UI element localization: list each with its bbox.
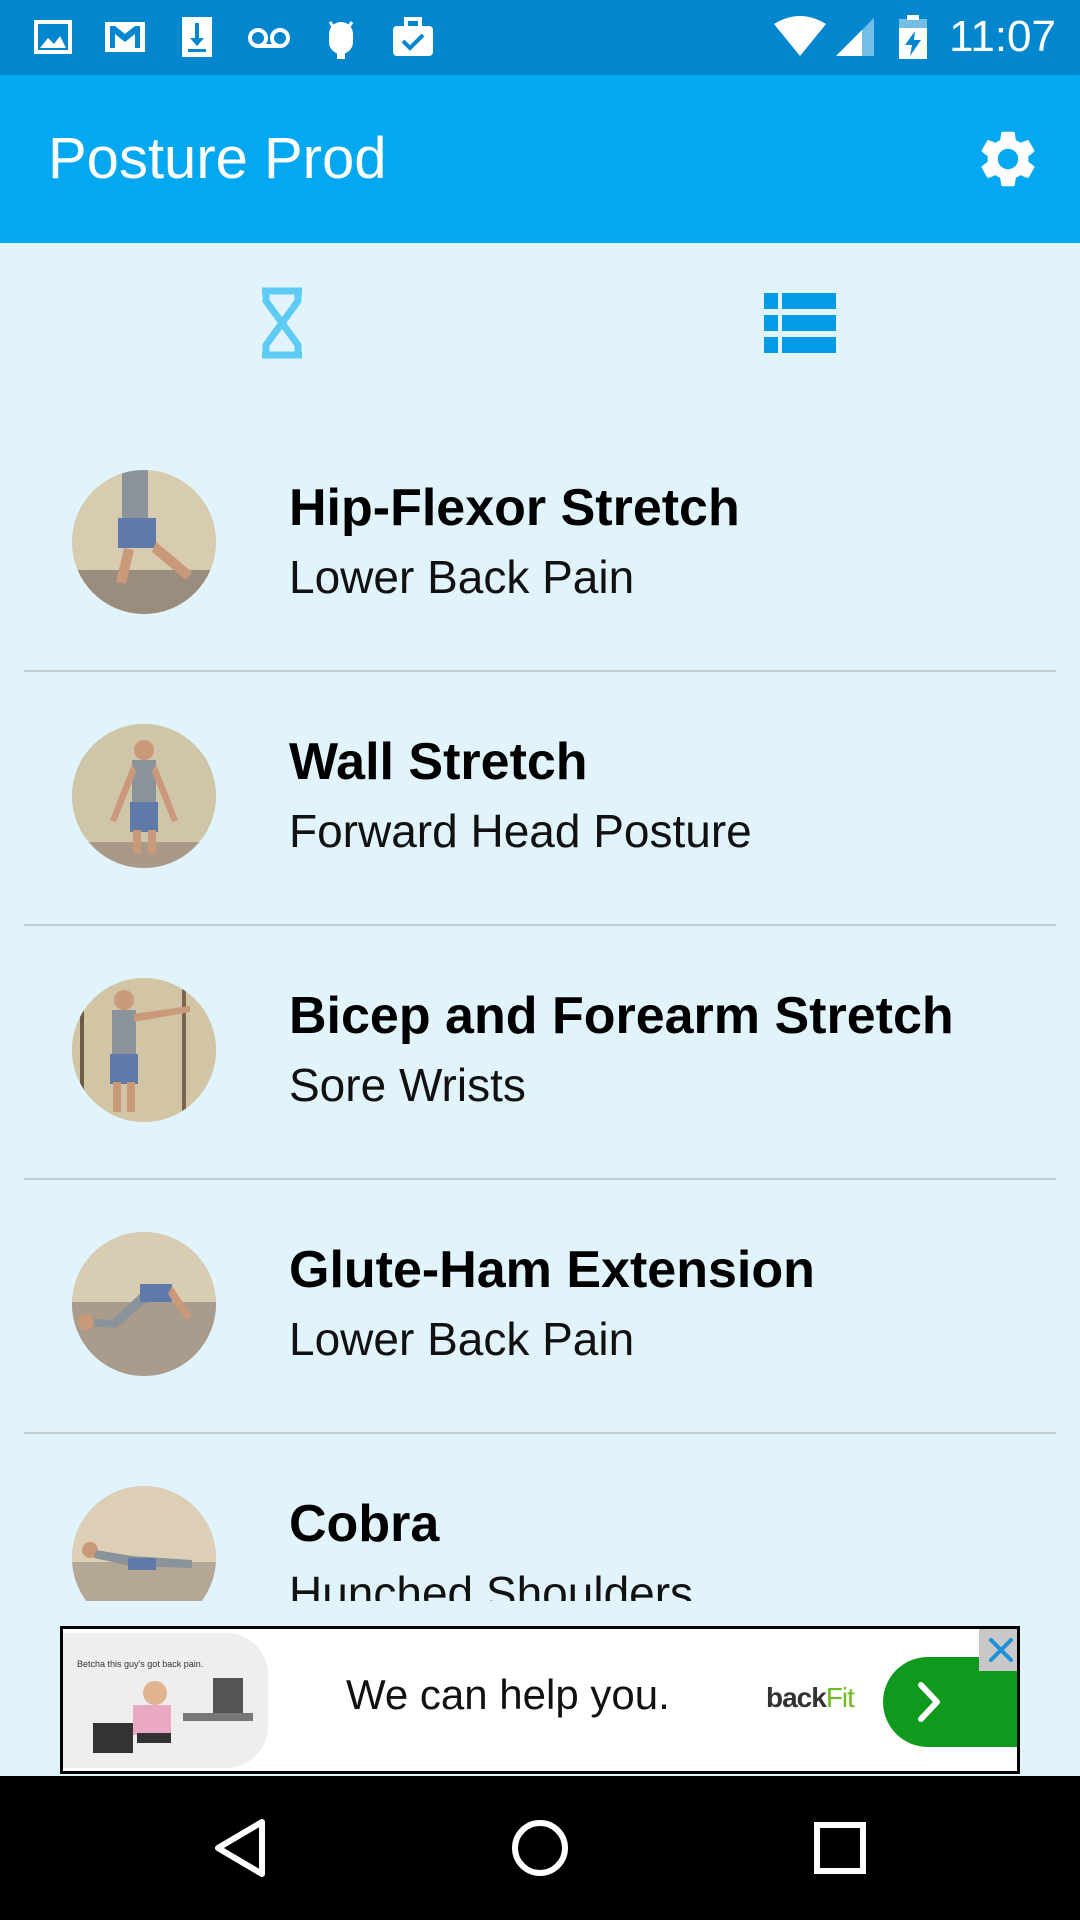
list-item[interactable]: Cobra Hunched Shoulders	[0, 1434, 1080, 1601]
exercise-list[interactable]: Hip-Flexor Stretch Lower Back Pain Wall …	[0, 418, 1080, 1601]
home-icon[interactable]	[504, 1812, 576, 1884]
image-icon	[34, 20, 72, 54]
exercise-thumbnail	[72, 978, 216, 1122]
download-icon	[182, 17, 212, 57]
ad-brand-logo: backFit	[766, 1682, 855, 1714]
exercise-subtitle: Sore Wrists	[289, 1059, 526, 1111]
exercise-title: Bicep and Forearm Stretch	[289, 987, 954, 1045]
navigation-bar	[0, 1776, 1080, 1920]
voicemail-icon	[248, 28, 290, 48]
ad-brand-accent: Fit	[825, 1682, 855, 1713]
exercise-title: Wall Stretch	[289, 733, 588, 791]
close-icon	[989, 1638, 1013, 1662]
exercise-subtitle: Lower Back Pain	[289, 551, 635, 603]
exercise-thumbnail	[72, 1486, 216, 1601]
recents-icon[interactable]	[804, 1812, 876, 1884]
ad-close-button[interactable]	[979, 1629, 1017, 1671]
signal-icon	[836, 18, 874, 56]
exercise-subtitle: Lower Back Pain	[289, 1313, 635, 1365]
exercise-subtitle: Forward Head Posture	[289, 805, 752, 857]
list-item[interactable]: Wall Stretch Forward Head Posture	[0, 672, 1080, 926]
android-icon	[328, 21, 354, 59]
list-item[interactable]: Glute-Ham Extension Lower Back Pain	[0, 1180, 1080, 1434]
exercise-title: Glute-Ham Extension	[289, 1241, 815, 1299]
status-bar: 11:07	[0, 0, 1080, 75]
exercise-thumbnail	[72, 470, 216, 614]
app-title: Posture Prod	[48, 126, 387, 191]
back-icon[interactable]	[204, 1812, 276, 1884]
chevron-right-icon	[918, 1682, 940, 1722]
exercise-thumbnail	[72, 1232, 216, 1376]
ad-brand-main: back	[766, 1682, 827, 1713]
tab-list[interactable]	[740, 278, 860, 368]
gmail-icon	[105, 22, 145, 52]
ad-headline: We can help you.	[346, 1671, 670, 1718]
wifi-icon	[774, 16, 826, 56]
exercise-thumbnail	[72, 724, 216, 868]
exercise-title: Cobra	[289, 1495, 440, 1553]
exercise-title: Hip-Flexor Stretch	[289, 479, 740, 537]
briefcase-icon	[393, 17, 433, 56]
tab-bar	[0, 243, 1080, 393]
battery-charging-icon	[899, 15, 927, 59]
exercise-subtitle: Hunched Shoulders	[289, 1567, 694, 1601]
list-icon	[764, 293, 836, 353]
app-bar: Posture Prod	[0, 75, 1080, 243]
gear-icon[interactable]	[974, 125, 1042, 193]
list-item[interactable]: Bicep and Forearm Stretch Sore Wrists	[0, 926, 1080, 1180]
hourglass-icon	[262, 287, 302, 359]
ad-image: Betcha this guy's got back pain.	[63, 1633, 268, 1768]
list-item[interactable]: Hip-Flexor Stretch Lower Back Pain	[0, 418, 1080, 672]
clock: 11:07	[949, 12, 1056, 61]
tab-timer[interactable]	[222, 278, 342, 368]
ad-banner[interactable]: Betcha this guy's got back pain. We can …	[60, 1626, 1020, 1774]
ad-caption: Betcha this guy's got back pain.	[77, 1659, 204, 1669]
